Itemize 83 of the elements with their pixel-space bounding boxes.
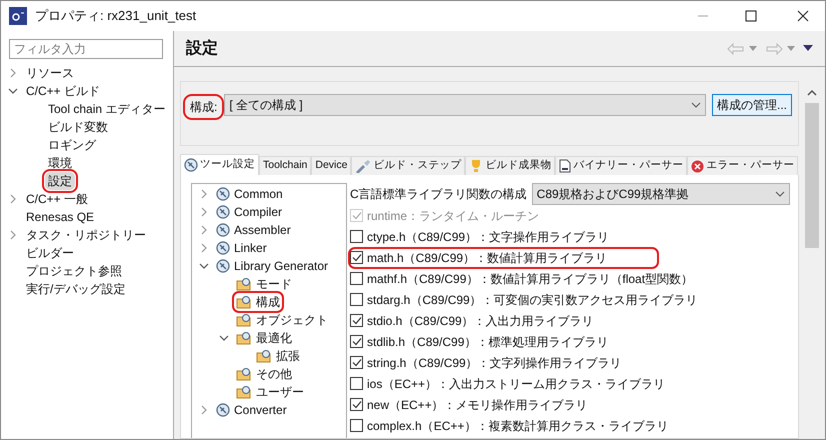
checkbox[interactable]	[350, 251, 363, 264]
library-option-label: string.h（C89/C99）：文字列操作用ライブラリ	[367, 354, 622, 372]
tree-item[interactable]: Converter	[234, 401, 287, 419]
chevron-down-icon	[774, 191, 785, 197]
chevron-right-icon[interactable]	[8, 194, 18, 204]
library-option-label: mathf.h（C89/C99）：数値計算用ライブラリ（float型関数）	[367, 270, 694, 288]
checkbox[interactable]	[350, 272, 363, 285]
library-config-label: C言語標準ライブラリ関数の構成	[350, 186, 527, 203]
sidebar-item[interactable]: Tool chain エディター	[45, 100, 168, 118]
chevron-down-icon[interactable]	[8, 86, 18, 96]
tree-item[interactable]: その他	[256, 365, 292, 383]
sidebar-item[interactable]: ビルダー	[23, 244, 77, 262]
page-title: 設定	[186, 38, 218, 58]
library-option-label: stdlib.h（C89/C99）：標準処理用ライブラリ	[367, 334, 608, 350]
tab[interactable]: Device	[311, 156, 352, 176]
library-option-label: stdarg.h（C89/C99）：可変個の実引数アクセス用ライブラリ	[367, 292, 698, 308]
tab[interactable]: ビルド成果物	[465, 156, 556, 176]
sidebar-item[interactable]: ビルド変数	[45, 118, 111, 136]
close-icon[interactable]	[797, 10, 809, 22]
sidebar-item[interactable]: リソース	[23, 64, 77, 82]
checkbox[interactable]	[350, 335, 363, 348]
sidebar-item[interactable]: 環境	[45, 154, 75, 172]
tree-item[interactable]: Linker	[234, 239, 267, 257]
chevron-down-icon	[690, 102, 701, 108]
sidebar-item[interactable]: C/C++ 一般	[23, 190, 92, 208]
chevron-right-icon[interactable]	[199, 207, 209, 217]
tree-item[interactable]: ユーザー	[256, 383, 304, 401]
library-option-label: runtime：ランタイム・ルーチン	[367, 208, 540, 224]
brush-icon	[355, 159, 372, 173]
tab[interactable]: ツール設定	[180, 154, 259, 176]
window-title: プロパティ: rx231_unit_test	[35, 7, 196, 26]
tree-item[interactable]: 構成	[256, 293, 280, 311]
library-option-label: math.h（C89/C99）：数値計算用ライブラリ	[367, 250, 608, 266]
sidebar-item[interactable]: C/C++ ビルド	[23, 82, 104, 100]
checkbox[interactable]	[350, 398, 363, 411]
library-option-label: new（EC++）：メモリ操作用ライブラリ	[367, 396, 588, 414]
library-option-label: complex.h（EC++）：複素数計算用クラス・ライブラリ	[367, 418, 668, 434]
tree-item[interactable]: オブジェクト	[256, 311, 328, 329]
tree-item[interactable]: Assembler	[234, 221, 291, 239]
library-option-label: stdio.h（C89/C99）：入出力用ライブラリ	[367, 312, 594, 330]
tree-item[interactable]: Library Generator	[234, 257, 328, 275]
checkbox[interactable]	[350, 230, 363, 243]
scroll-up-icon[interactable]	[807, 89, 817, 97]
sidebar-item[interactable]: 実行/デバッグ設定	[23, 280, 128, 298]
chevron-right-icon[interactable]	[8, 68, 18, 78]
tree-item[interactable]: Common	[234, 185, 283, 203]
checkbox[interactable]	[350, 419, 363, 432]
sidebar-item[interactable]: ロギング	[45, 136, 99, 154]
chevron-down-icon[interactable]	[199, 261, 209, 271]
checkbox[interactable]	[350, 314, 363, 327]
sidebar-item[interactable]: プロジェクト参照	[23, 262, 125, 280]
tree-item[interactable]: モード	[256, 275, 292, 293]
checkbox[interactable]	[350, 293, 363, 306]
library-option-label: ios（EC++）：入出力ストリーム用クラス・ライブラリ	[367, 376, 666, 392]
library-config-dropdown[interactable]: C89規格およびC99規格準拠	[532, 183, 790, 205]
filter-field[interactable]: フィルタ入力	[9, 39, 163, 59]
chevron-right-icon[interactable]	[199, 243, 209, 253]
scrollbar-thumb[interactable]	[805, 103, 819, 248]
tree-item[interactable]: 最適化	[256, 329, 292, 347]
library-option-label: ctype.h（C89/C99）：文字操作用ライブラリ	[367, 228, 610, 246]
chevron-right-icon[interactable]	[199, 405, 209, 415]
chevron-right-icon[interactable]	[199, 189, 209, 199]
chevron-right-icon[interactable]	[8, 230, 18, 240]
tree-item[interactable]: Compiler	[234, 203, 282, 221]
error-icon	[691, 160, 704, 172]
app-logo-icon	[9, 7, 27, 25]
tab[interactable]: エラー・パーサー	[687, 156, 798, 176]
tree-item[interactable]: 拡張	[276, 347, 300, 365]
chevron-down-icon[interactable]	[219, 333, 229, 343]
sidebar-item[interactable]: 設定	[45, 172, 75, 190]
configuration-dropdown[interactable]: [ 全ての構成 ]	[224, 94, 706, 116]
checkbox[interactable]	[350, 356, 363, 369]
tab[interactable]: ビルド・ステップ	[351, 156, 466, 176]
tab[interactable]: バイナリー・パーサー	[555, 156, 688, 176]
sidebar-item[interactable]: タスク・リポジトリー	[23, 226, 149, 244]
maximize-icon[interactable]	[745, 10, 757, 22]
tab[interactable]: Toolchain	[259, 156, 312, 176]
menu-caret-icon[interactable]	[803, 45, 813, 52]
manage-configurations-button[interactable]: 構成の管理...	[712, 94, 792, 116]
chevron-right-icon[interactable]	[199, 225, 209, 235]
checkbox[interactable]	[350, 377, 363, 390]
sidebar-item[interactable]: Renesas QE	[23, 208, 98, 226]
binary-file-icon	[559, 159, 572, 173]
